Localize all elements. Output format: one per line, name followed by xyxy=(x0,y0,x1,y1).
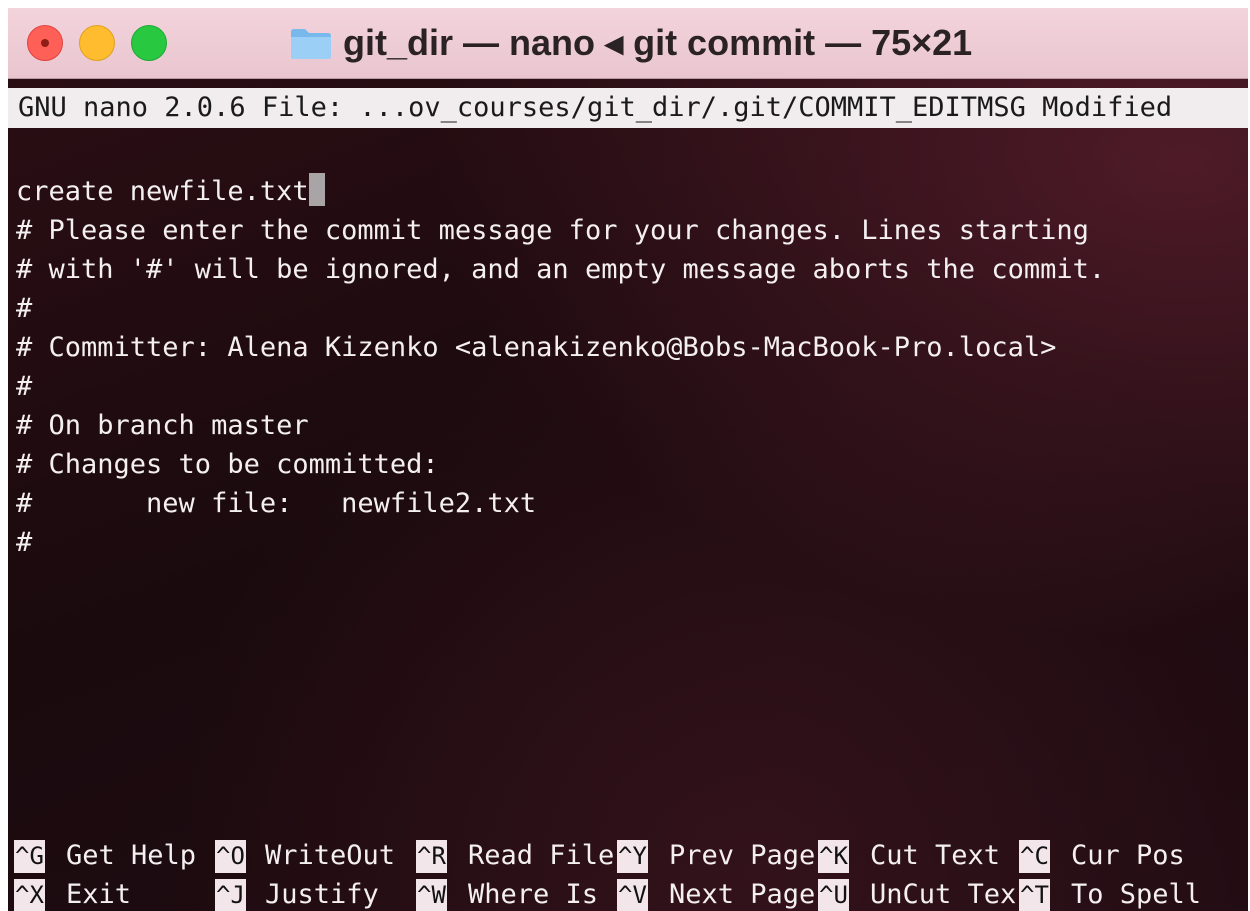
shortcut-label: Cur Pos xyxy=(1071,840,1185,871)
shortcut-key: ^G xyxy=(14,840,45,873)
nano-header-bar: GNU nano 2.0.6 File: ...ov_courses/git_d… xyxy=(8,88,1248,128)
editor-line-4: # xyxy=(16,293,33,324)
editor-line-9: # new file: newfile2.txt xyxy=(16,488,537,519)
shortcut-label: Where Is xyxy=(468,879,599,910)
zoom-window-button[interactable] xyxy=(131,25,167,61)
text-cursor xyxy=(308,173,325,206)
shortcut-key: ^V xyxy=(617,879,648,911)
shortcut-key: ^W xyxy=(416,879,447,911)
minimize-window-button[interactable] xyxy=(79,25,115,61)
shortcut-label: Prev Page xyxy=(669,840,816,871)
editor-line-8: # Changes to be committed: xyxy=(16,449,439,480)
shortcut-key: ^C xyxy=(1019,840,1050,873)
window-title: git_dir — nano ◂ git commit — 75×21 xyxy=(343,22,973,63)
shortcut-key: ^K xyxy=(818,840,849,873)
editor-line-2: # Please enter the commit message for yo… xyxy=(16,215,1089,246)
editor-line-3: # with '#' will be ignored, and an empty… xyxy=(16,254,1106,285)
editor-line-5: # Committer: Alena Kizenko <alenakizenko… xyxy=(16,332,1057,363)
folder-icon xyxy=(291,29,331,59)
shortcut-label: Next Page xyxy=(669,879,816,910)
shortcut-key: ^O xyxy=(215,840,246,873)
shortcut-label: To Spell xyxy=(1071,879,1202,910)
editor-line-10: # xyxy=(16,527,33,558)
editor-line-6: # xyxy=(16,371,33,402)
terminal-content[interactable]: GNU nano 2.0.6 File: ...ov_courses/git_d… xyxy=(8,79,1248,911)
shortcut-label: Justify xyxy=(265,879,379,910)
shortcut-row-2: ^X Exit ^J Justify ^W Where Is ^V Next Page … xyxy=(8,876,1248,911)
shortcut-key: ^U xyxy=(818,879,849,911)
shortcut-key: ^J xyxy=(215,879,246,911)
shortcut-label: Cut Text xyxy=(870,840,1001,871)
close-window-button[interactable] xyxy=(27,25,63,61)
shortcut-label: Get Help xyxy=(66,840,197,871)
shortcut-key: ^X xyxy=(14,879,45,911)
terminal-window: git_dir — nano ◂ git commit — 75×21 GNU … xyxy=(8,8,1248,911)
close-dot-icon xyxy=(41,39,49,47)
commit-message-text[interactable]: create newfile.txt xyxy=(16,176,309,207)
shortcut-key: ^Y xyxy=(617,840,648,873)
shortcut-label: UnCut Tex xyxy=(870,879,1017,910)
shortcut-key: ^R xyxy=(416,840,447,873)
shortcut-label: Exit xyxy=(66,879,132,910)
shortcut-label: Read File xyxy=(468,840,615,871)
shortcut-key: ^T xyxy=(1019,879,1050,911)
shortcut-row-1: ^G Get Help ^O WriteOut ^R Read File ^Y Prev… xyxy=(8,837,1248,875)
shortcut-label: WriteOut xyxy=(265,840,396,871)
nano-header-text: GNU nano 2.0.6 File: ...ov_courses/git_d… xyxy=(18,92,1173,123)
editor-line-1[interactable]: create newfile.txt xyxy=(16,173,325,211)
title-bar[interactable]: git_dir — nano ◂ git commit — 75×21 xyxy=(8,8,1248,79)
editor-line-7: # On branch master xyxy=(16,410,309,441)
